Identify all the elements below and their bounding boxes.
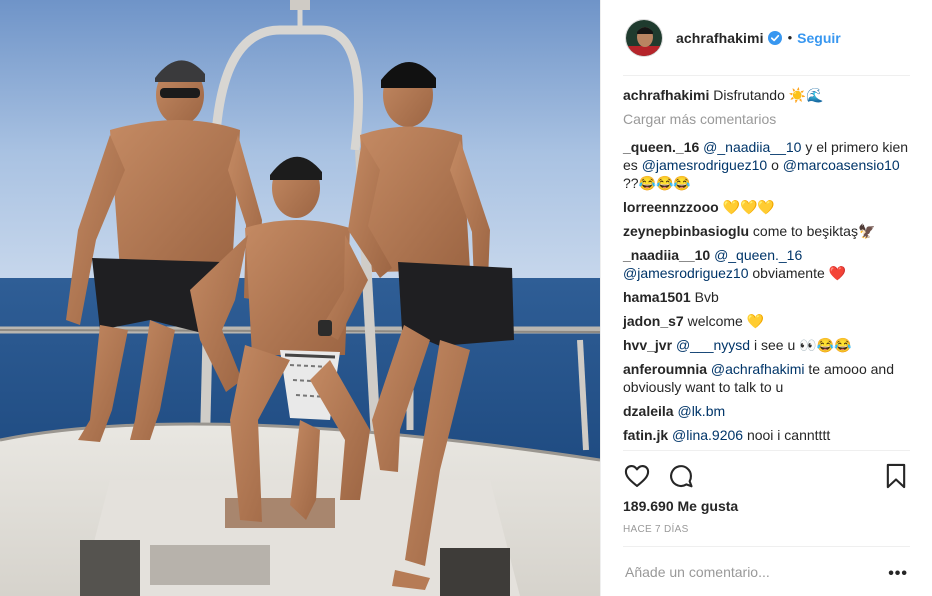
comment-item: fatin.jk @lina.9206 nooi i canntttt <box>623 426 919 444</box>
avatar[interactable] <box>625 18 663 57</box>
comment-items: _queen._16 @_naadiia__10 y el primero ki… <box>623 138 919 444</box>
comment-text: ??😂😂😂 <box>623 175 691 191</box>
comment-mention-link[interactable]: @achrafhakimi <box>711 361 805 377</box>
comment-mention-link[interactable]: @marcoasensio10 <box>783 157 900 173</box>
avatar-image <box>626 19 662 56</box>
action-bar <box>623 450 910 498</box>
comment-mention-link[interactable]: @_queen._16 <box>714 247 802 263</box>
comments-list: achrafhakimi Disfrutando ☀️🌊 Cargar más … <box>623 86 919 450</box>
comment-bubble-icon[interactable] <box>667 462 695 490</box>
comment-username[interactable]: hama1501 <box>623 289 691 305</box>
comment-mention-link[interactable]: @jamesrodriguez10 <box>623 265 749 281</box>
comment-item: dzaleila @lk.bm <box>623 402 919 420</box>
comment-username[interactable]: fatin.jk <box>623 427 668 443</box>
comment-item: _queen._16 @_naadiia__10 y el primero ki… <box>623 138 919 192</box>
post-timestamp: HACE 7 DÍAS <box>623 524 689 535</box>
post-photo[interactable] <box>0 0 600 596</box>
comment-item: lorreennzzooo 💛💛💛 <box>623 198 919 216</box>
caption: achrafhakimi Disfrutando ☀️🌊 <box>623 86 919 104</box>
comment-mention-link[interactable]: @_naadiia__10 <box>703 139 801 155</box>
caption-text: Disfrutando ☀️🌊 <box>713 87 824 103</box>
comment-text: o <box>767 157 783 173</box>
comment-username[interactable]: _queen._16 <box>623 139 699 155</box>
comment-text: come to beşiktaş🦅 <box>749 223 876 239</box>
comment-text: nooi i canntttt <box>743 427 831 443</box>
comment-item: hvv_jvr @___nyysd i see u 👀😂😂 <box>623 336 919 354</box>
header-separator: • <box>787 30 793 45</box>
comment-username[interactable]: zeynepbinbasioglu <box>623 223 749 239</box>
comment-username[interactable]: dzaleila <box>623 403 674 419</box>
comment-item: hama1501 Bvb <box>623 288 919 306</box>
bookmark-icon[interactable] <box>882 462 910 490</box>
caption-username[interactable]: achrafhakimi <box>623 87 709 103</box>
header-divider <box>623 75 910 76</box>
comment-username[interactable]: lorreennzzooo <box>623 199 719 215</box>
post-side-panel: achrafhakimi • Seguir achrafhakimi Disfr… <box>600 0 932 596</box>
comment-item: anferoumnia @achrafhakimi te amooo and o… <box>623 360 919 396</box>
follow-button[interactable]: Seguir <box>797 30 841 46</box>
comment-item: jadon_s7 welcome 💛 <box>623 312 919 330</box>
comment-item: _naadiia__10 @_queen._16 @jamesrodriguez… <box>623 246 919 282</box>
comment-input[interactable] <box>623 563 883 580</box>
comment-username[interactable]: _naadiia__10 <box>623 247 710 263</box>
more-options-button[interactable]: ••• <box>888 565 908 583</box>
comment-text: welcome 💛 <box>683 313 765 329</box>
comment-username[interactable]: hvv_jvr <box>623 337 672 353</box>
load-more-comments-button[interactable]: Cargar más comentarios <box>623 110 919 128</box>
post-username[interactable]: achrafhakimi <box>676 30 764 46</box>
comment-mention-link[interactable]: @jamesrodriguez10 <box>642 157 768 173</box>
comment-username[interactable]: anferoumnia <box>623 361 707 377</box>
verified-badge-icon <box>767 30 782 45</box>
like-count[interactable]: 189.690 Me gusta <box>623 498 738 514</box>
comment-mention-link[interactable]: @lina.9206 <box>672 427 743 443</box>
comment-text: i see u 👀😂😂 <box>750 337 852 353</box>
post-header: achrafhakimi • Seguir <box>601 0 932 75</box>
comment-text: Bvb <box>690 289 719 305</box>
comment-mention-link[interactable]: @___nyysd <box>676 337 750 353</box>
comment-item: zeynepbinbasioglu come to beşiktaş🦅 <box>623 222 919 240</box>
comment-username[interactable]: jadon_s7 <box>623 313 684 329</box>
comment-text: 💛💛💛 <box>718 199 775 215</box>
post-photo-illustration <box>0 0 600 596</box>
comment-text: obviamente ❤️ <box>748 265 847 281</box>
heart-icon[interactable] <box>623 462 651 490</box>
comment-mention-link[interactable]: @lk.bm <box>677 403 725 419</box>
add-comment-bar: ••• <box>623 546 910 596</box>
